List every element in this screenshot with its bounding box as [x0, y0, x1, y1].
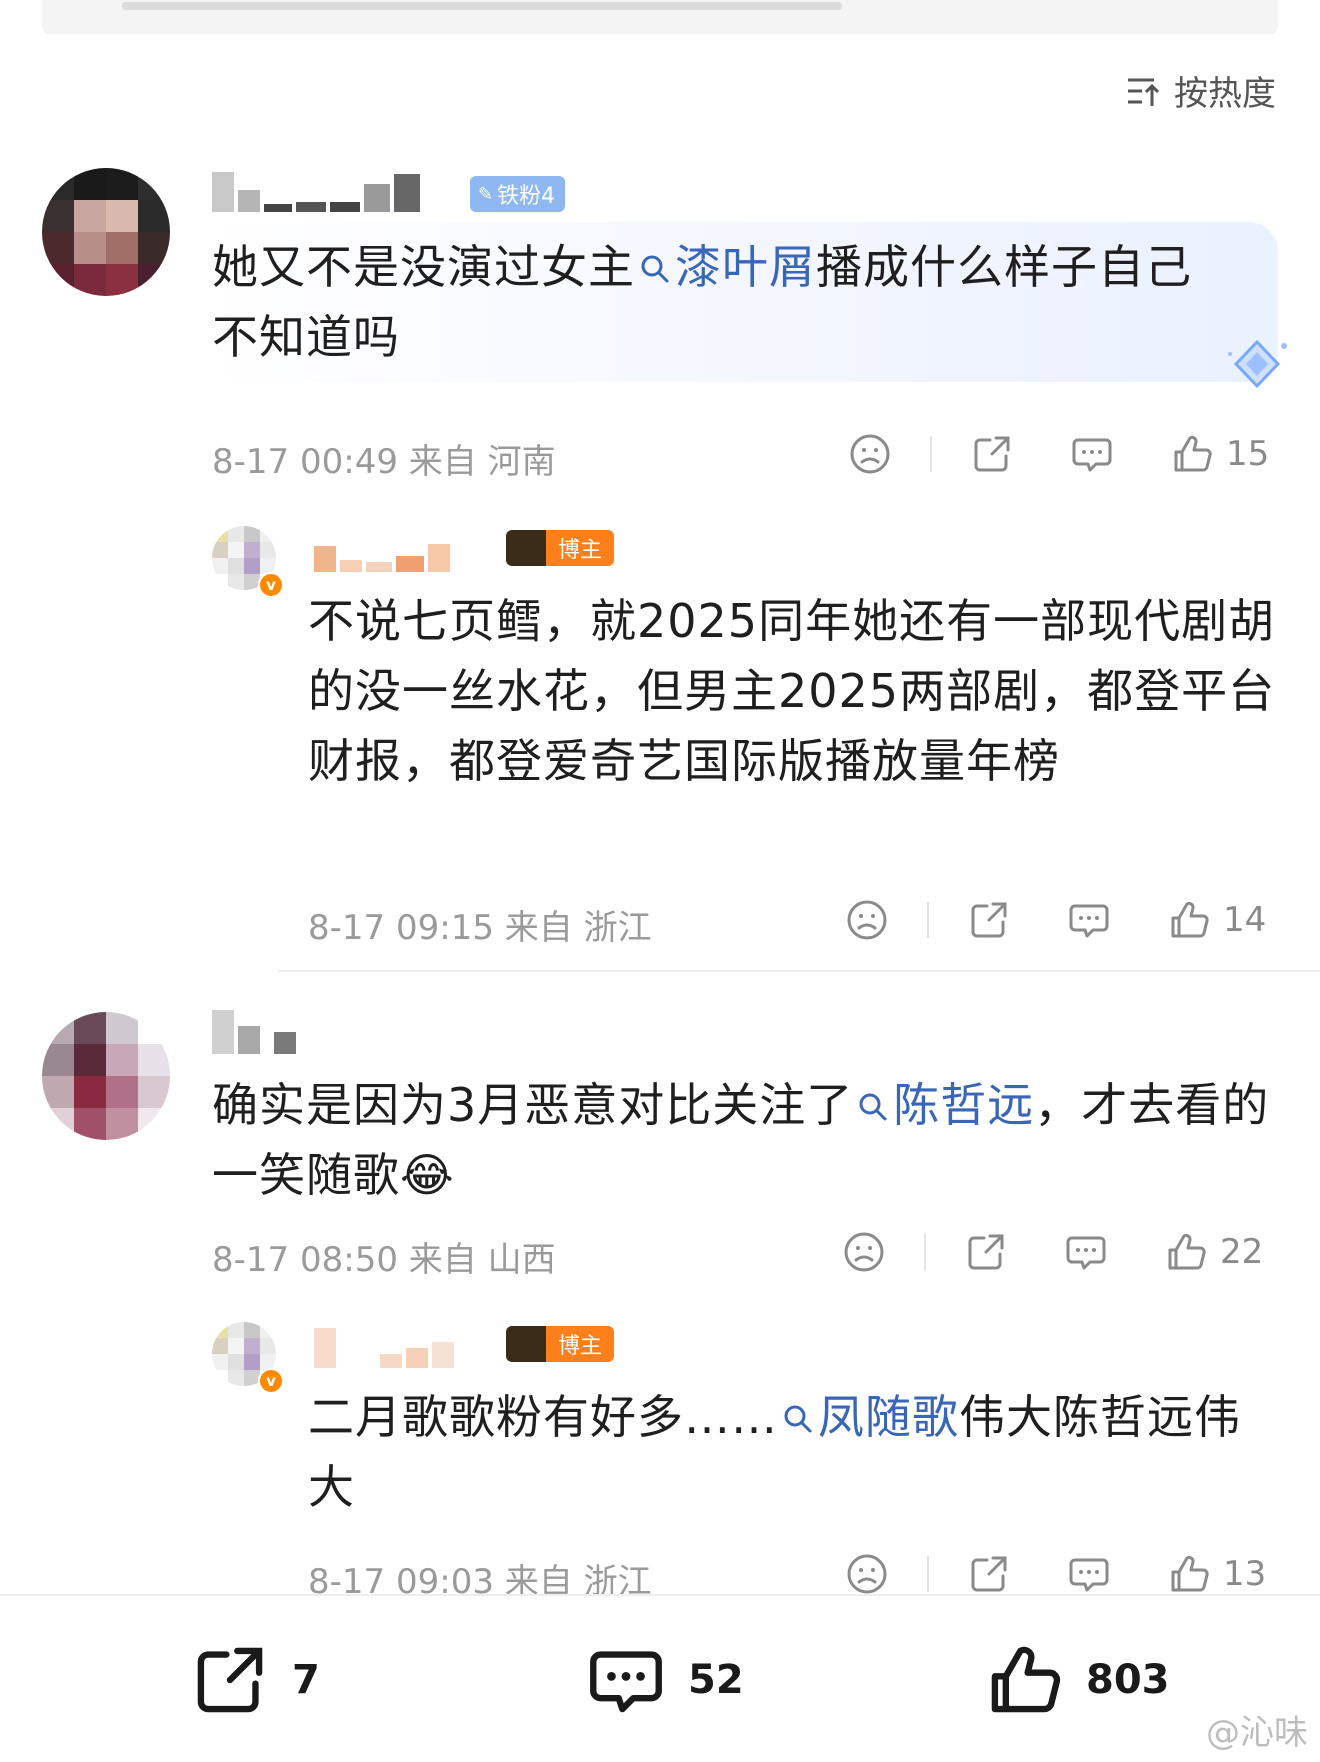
reply-meta: 8-17 09:15 来自 浙江: [308, 908, 652, 948]
sort-toggle[interactable]: 按热度: [1124, 66, 1276, 115]
blurred-text: [122, 2, 842, 10]
thumbs-up-icon[interactable]: [1170, 432, 1214, 476]
share-icon: [197, 1647, 263, 1713]
repost-count: 7: [292, 1657, 320, 1703]
comment-icon: [590, 1651, 662, 1713]
dislike-face-icon[interactable]: [842, 1230, 886, 1274]
watermark: @沁味: [1206, 1713, 1308, 1753]
comment-icon[interactable]: [1067, 898, 1111, 942]
comment-count: 52: [688, 1657, 744, 1703]
search-icon: [639, 253, 671, 285]
thumbs-up-icon: [991, 1646, 1061, 1713]
comment-icon[interactable]: [1064, 1230, 1108, 1274]
comment-meta: 8-17 08:50 来自 山西: [212, 1240, 556, 1280]
thumbs-up-icon[interactable]: [1164, 1230, 1208, 1274]
like-count: 22: [1220, 1232, 1264, 1272]
thumbs-up-icon[interactable]: [1167, 1552, 1211, 1596]
action-separator: [927, 1556, 929, 1592]
verified-badge-icon: v: [258, 1368, 284, 1394]
dislike-face-icon[interactable]: [848, 432, 892, 476]
sort-label: 按热度: [1174, 74, 1276, 114]
comment-actions: 15: [848, 432, 1269, 476]
fan-badge: ✎ 铁粉4: [470, 176, 566, 212]
reply-text: 不说七页鳕，就2025同年她还有一部现代剧胡的没一丝水花，但男主2025两部剧，…: [308, 594, 1276, 788]
diamond-sticker-icon: [1228, 339, 1287, 389]
avatar[interactable]: [42, 1012, 170, 1140]
share-icon[interactable]: [970, 432, 1014, 476]
search-icon: [857, 1091, 889, 1123]
thumbs-up-icon[interactable]: [1167, 898, 1211, 942]
comment-text: 确实是因为3月恶意对比关注了 陈哲远，才去看的一笑随歌😂: [212, 1078, 1270, 1202]
share-icon[interactable]: [967, 898, 1011, 942]
comment-icon[interactable]: [1067, 1552, 1111, 1596]
fan-badge-icon: ✎: [478, 183, 494, 205]
verified-badge-icon: v: [258, 572, 284, 598]
share-icon[interactable]: [964, 1230, 1008, 1274]
dislike-face-icon[interactable]: [845, 1552, 889, 1596]
username-blurred[interactable]: [314, 526, 450, 572]
share-icon[interactable]: [967, 1552, 1011, 1596]
like-count: 15: [1226, 434, 1270, 474]
host-badge-icon: [506, 1326, 546, 1362]
host-badge-icon: [506, 530, 546, 566]
avatar[interactable]: [42, 168, 170, 296]
like-count: 13: [1223, 1554, 1267, 1594]
action-separator: [930, 436, 932, 472]
topic-link[interactable]: 陈哲远: [853, 1078, 1034, 1132]
username-blurred[interactable]: [212, 166, 420, 212]
host-badge: 博主: [506, 530, 615, 566]
divider: [278, 970, 1320, 972]
laughing-emoji-icon: 😂: [400, 1148, 455, 1202]
comment-actions: 22: [842, 1230, 1263, 1274]
like-count: 803: [1086, 1657, 1170, 1703]
topic-link[interactable]: 漆叶屑: [635, 240, 816, 294]
quoted-content-strip: [42, 0, 1278, 34]
comment-button[interactable]: 52: [586, 1640, 744, 1720]
reply-text: 二月歌歌粉有好多…… 凤随歌伟大陈哲远伟大: [308, 1390, 1241, 1514]
action-separator: [924, 1234, 926, 1270]
reply-actions: 13: [845, 1552, 1266, 1596]
reply-actions: 14: [845, 898, 1266, 942]
search-icon: [782, 1403, 814, 1435]
comment-icon[interactable]: [1070, 432, 1114, 476]
like-count: 14: [1223, 900, 1267, 940]
sort-icon: [1128, 78, 1160, 106]
dislike-face-icon[interactable]: [845, 898, 889, 942]
bottom-action-bar: 7 52 803 @沁味: [0, 1594, 1320, 1762]
comment-meta: 8-17 00:49 来自 河南: [212, 442, 556, 482]
like-button[interactable]: 803: [984, 1640, 1170, 1720]
action-separator: [927, 902, 929, 938]
username-blurred[interactable]: [314, 1322, 454, 1368]
comment-text: 她又不是没演过女主 漆叶屑播成什么样子自己不知道吗: [212, 240, 1192, 364]
repost-button[interactable]: 7: [190, 1640, 320, 1720]
host-badge: 博主: [506, 1326, 615, 1362]
topic-link[interactable]: 凤随歌: [778, 1390, 959, 1444]
username-blurred[interactable]: [212, 1008, 296, 1054]
